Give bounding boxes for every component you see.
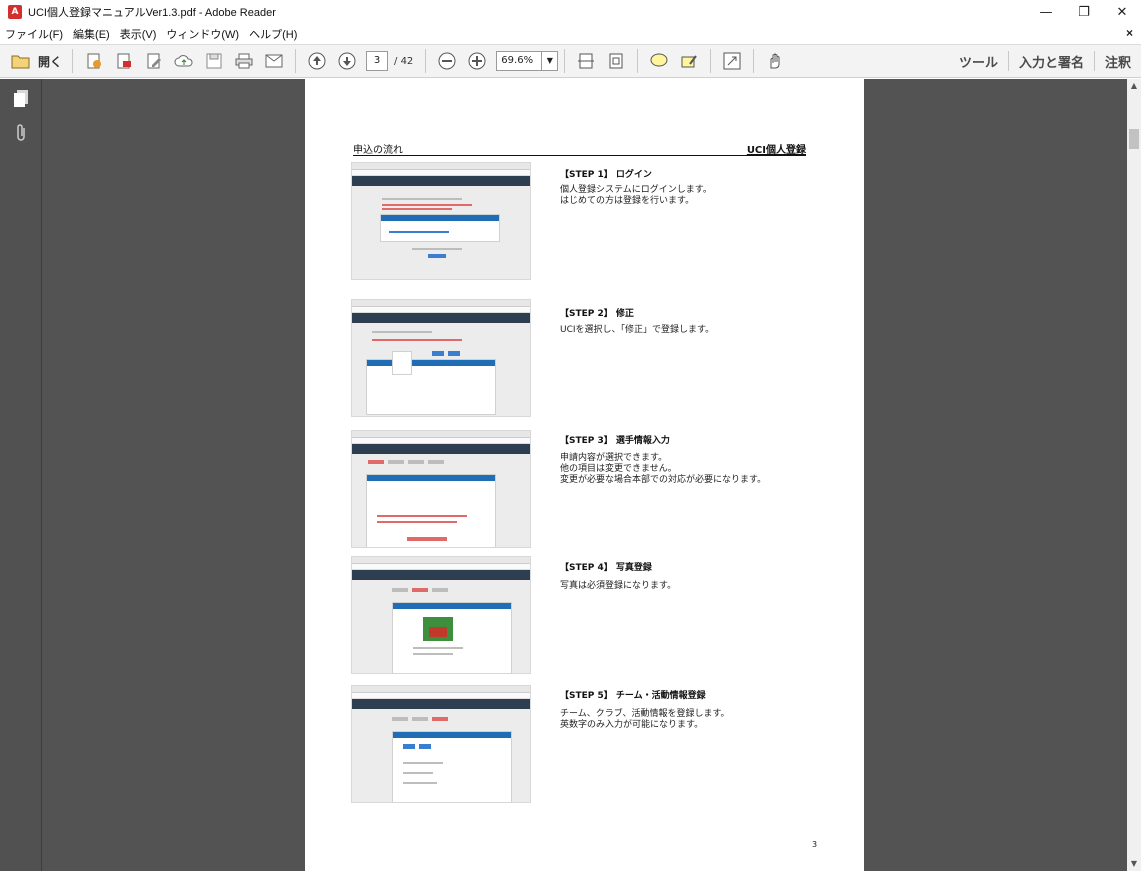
fit-width-icon[interactable]	[573, 48, 599, 74]
toolbar-separator	[637, 49, 639, 73]
open-button[interactable]: 開く	[38, 53, 62, 70]
fill-sign-panel-button[interactable]: 入力と署名	[1009, 52, 1094, 71]
page-header: 申込の流れ UCI個人登録	[353, 140, 806, 156]
attachments-icon[interactable]	[7, 119, 35, 147]
minimize-button[interactable]: —	[1027, 0, 1065, 24]
export-pdf-icon[interactable]	[111, 48, 137, 74]
menu-edit[interactable]: 編集(E)	[68, 26, 115, 42]
adobe-reader-icon: A	[8, 5, 22, 19]
hand-tool-icon[interactable]	[762, 48, 788, 74]
step2-description: UCIを選択し、「修正」で登録します。	[560, 325, 715, 335]
menu-window[interactable]: ウィンドウ(W)	[161, 26, 244, 42]
step4-title: 【STEP 4】 写真登録	[560, 563, 652, 573]
step2-title: 【STEP 2】 修正	[560, 309, 634, 319]
toolbar-separator	[753, 49, 755, 73]
tools-panel-button[interactable]: ツール	[949, 52, 1008, 71]
title-bar: A UCI個人登録マニュアルVer1.3.pdf - Adobe Reader …	[0, 0, 1141, 24]
edit-pdf-icon[interactable]	[141, 48, 167, 74]
create-pdf-icon[interactable]	[81, 48, 107, 74]
step1-title: 【STEP 1】 ログイン	[560, 170, 652, 180]
full-screen-icon[interactable]	[719, 48, 745, 74]
pdf-page: 申込の流れ UCI個人登録 【STEP 1】 ログイン 個人登録システムにログイ…	[305, 79, 864, 871]
vertical-scrollbar[interactable]: ▲ ▼	[1127, 79, 1141, 871]
step3-description: 申請内容が選択できます。 他の項目は変更できません。 変更が必要な場合本部での対…	[560, 453, 767, 485]
zoom-level-input[interactable]: 69.6%	[496, 51, 543, 71]
comment-icon[interactable]	[646, 48, 672, 74]
step1-screenshot	[351, 162, 531, 280]
menu-file[interactable]: ファイル(F)	[0, 26, 68, 42]
restore-button[interactable]: ❐	[1065, 0, 1103, 24]
window-title: UCI個人登録マニュアルVer1.3.pdf - Adobe Reader	[28, 7, 276, 19]
toolbar-separator	[295, 49, 297, 73]
page-header-section: 申込の流れ	[353, 145, 403, 156]
print-icon[interactable]	[231, 48, 257, 74]
page-number-input[interactable]: 3	[366, 51, 389, 71]
scroll-up-arrow-icon[interactable]: ▲	[1127, 79, 1141, 93]
step3-screenshot	[351, 430, 531, 548]
fit-page-icon[interactable]	[603, 48, 629, 74]
cloud-upload-icon[interactable]	[171, 48, 197, 74]
folder-open-icon[interactable]	[8, 48, 34, 74]
toolbar-separator	[710, 49, 712, 73]
page-thumbnails-icon[interactable]	[7, 85, 35, 113]
zoom-dropdown-button[interactable]: ▼	[542, 51, 559, 71]
step3-title: 【STEP 3】 選手情報入力	[560, 436, 670, 446]
toolbar-separator	[72, 49, 74, 73]
scrollbar-thumb[interactable]	[1129, 129, 1139, 149]
close-button[interactable]: ✕	[1103, 0, 1141, 24]
toolbar-separator	[425, 49, 427, 73]
menu-help[interactable]: ヘルプ(H)	[244, 26, 302, 42]
step1-description: 個人登録システムにログインします。 はじめての方は登録を行います。	[560, 185, 712, 206]
page-header-title: UCI個人登録	[746, 145, 806, 156]
page-number: 3	[812, 840, 818, 849]
scroll-down-arrow-icon[interactable]: ▼	[1127, 857, 1141, 871]
close-document-button[interactable]: ×	[1126, 26, 1133, 40]
step5-description: チーム、クラブ、活動情報を登録します。 英数字のみ入力が可能になります。	[560, 709, 730, 730]
email-icon[interactable]	[261, 48, 287, 74]
menu-bar: ファイル(F) 編集(E) 表示(V) ウィンドウ(W) ヘルプ(H) ×	[0, 24, 1141, 44]
zoom-out-icon[interactable]	[434, 48, 460, 74]
zoom-in-icon[interactable]	[464, 48, 490, 74]
step4-screenshot	[351, 556, 531, 674]
step5-screenshot	[351, 685, 531, 803]
step4-description: 写真は必須登録になります。	[560, 581, 677, 591]
comment-panel-button[interactable]: 注釈	[1095, 52, 1141, 71]
step2-screenshot	[351, 299, 531, 417]
next-page-icon[interactable]	[334, 48, 360, 74]
highlight-icon[interactable]	[676, 48, 702, 74]
menu-view[interactable]: 表示(V)	[115, 26, 162, 42]
step5-title: 【STEP 5】 チーム・活動情報登録	[560, 691, 706, 701]
navigation-pane	[0, 79, 42, 871]
page-total: / 42	[394, 55, 414, 67]
save-icon[interactable]	[201, 48, 227, 74]
toolbar-separator	[564, 49, 566, 73]
toolbar: 開く 3 / 42 69.6% ▼ ツール 入力と署名 注釈	[0, 44, 1141, 78]
previous-page-icon[interactable]	[304, 48, 330, 74]
